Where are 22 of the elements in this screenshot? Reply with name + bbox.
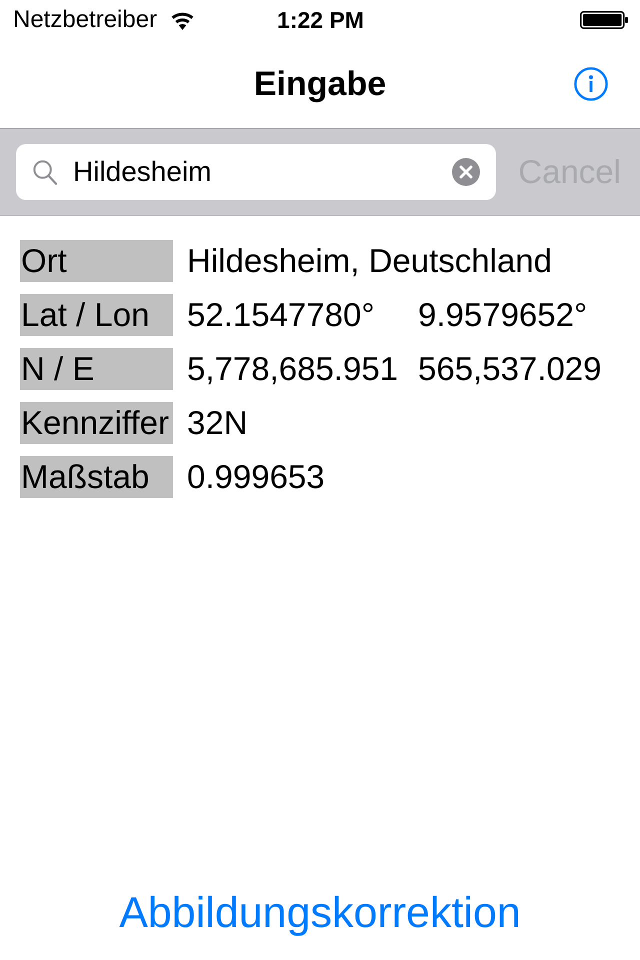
field-value: 9.9579652° [418, 295, 588, 335]
field-value: 5,778,685.951 [187, 349, 398, 389]
field-value: Hildesheim, Deutschland [187, 241, 552, 281]
search-icon [33, 160, 57, 185]
field-label: Maßstab [20, 456, 173, 498]
wifi-icon [170, 10, 196, 30]
info-icon[interactable] [574, 67, 608, 101]
nav-title: Eingabe [254, 65, 386, 103]
field-value: 0.999653 [187, 457, 325, 497]
search-field[interactable]: Hildesheim [16, 144, 496, 200]
battery-icon [580, 11, 628, 29]
action-button[interactable]: Abbildungskorrektion [117, 888, 523, 938]
field-value: 52.1547780° [187, 295, 375, 335]
field-value: 32N [187, 403, 248, 443]
field-label: N / E [20, 348, 173, 390]
clock-time: 1:22 PM [277, 6, 364, 32]
clear-icon[interactable] [452, 158, 480, 186]
carrier-name: Netzbetreiber [13, 6, 158, 34]
field-value: 565,537.029 [418, 349, 602, 389]
field-label: Kennziffer [20, 402, 173, 444]
field-label: Lat / Lon [20, 294, 173, 336]
field-label: Ort [20, 240, 173, 282]
